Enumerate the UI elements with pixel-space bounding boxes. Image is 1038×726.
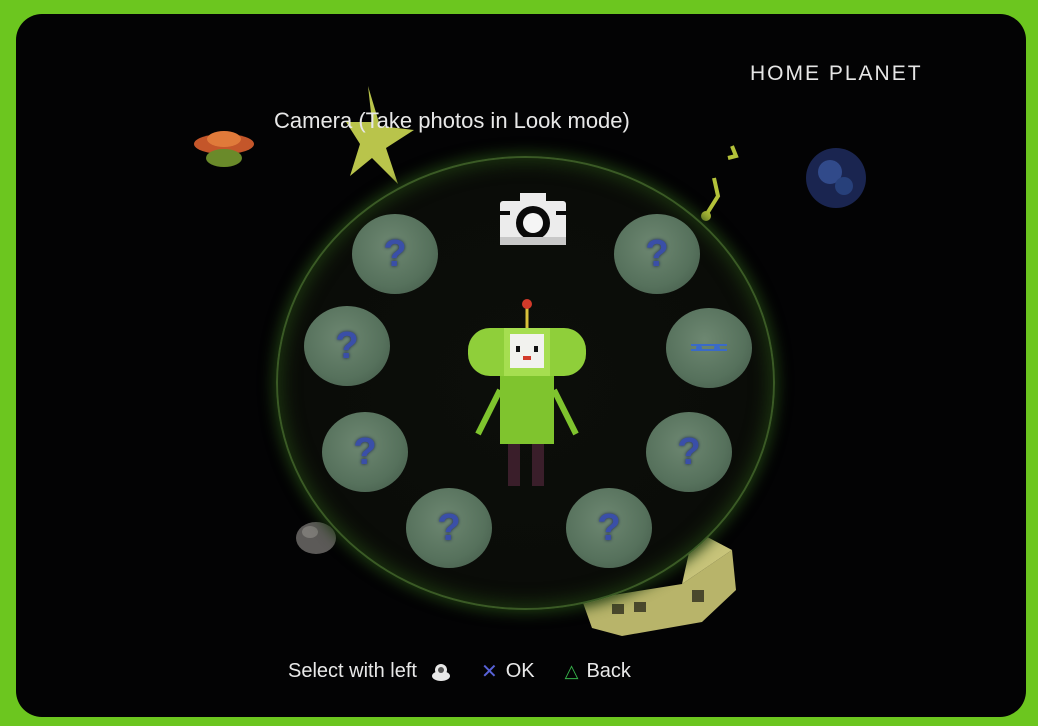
locked-slot-label: ? xyxy=(335,324,359,367)
select-hint: Select with left xyxy=(288,660,451,683)
item-slot-mid-left[interactable]: ? xyxy=(304,306,390,386)
item-slot-lower-right[interactable]: ? xyxy=(646,412,732,492)
location-title: HOME PLANET xyxy=(750,62,923,85)
item-slot-bottom-right[interactable]: ? xyxy=(566,488,652,568)
locked-slot-label: ? xyxy=(353,430,377,473)
star-decoration xyxy=(346,86,414,184)
controls-footer: Select with left ✕ OK △ Back xyxy=(288,659,661,684)
item-slot-mid-right[interactable] xyxy=(666,308,752,388)
music-note-decoration xyxy=(701,145,739,221)
locked-slot-label: ? xyxy=(597,506,621,549)
ok-label: OK xyxy=(505,660,535,682)
cross-button-icon: ✕ xyxy=(480,661,498,683)
locked-slot-label: ? xyxy=(437,506,461,549)
item-slot-bottom-left[interactable]: ? xyxy=(406,488,492,568)
game-screen: HOME PLANET Camera (Take photos in Look … xyxy=(16,14,1026,717)
prince-character xyxy=(468,299,586,486)
earth-decoration xyxy=(806,148,866,208)
analog-stick-icon xyxy=(431,663,450,681)
camera-icon[interactable] xyxy=(496,189,570,249)
item-slot-upper-right[interactable]: ? xyxy=(614,214,700,294)
locked-slot-label: ? xyxy=(645,232,669,275)
item-slot-lower-left[interactable]: ? xyxy=(322,412,408,492)
back-label: Back xyxy=(586,660,631,682)
select-label: Select with left xyxy=(288,660,417,682)
notes-icon xyxy=(691,344,727,351)
locked-slot-label: ? xyxy=(383,232,407,275)
locked-slot-label: ? xyxy=(677,430,701,473)
item-slot-upper-left[interactable]: ? xyxy=(352,214,438,294)
item-description: Camera (Take photos in Look mode) xyxy=(274,108,630,133)
triangle-button-icon: △ xyxy=(564,661,579,681)
back-button[interactable]: △ Back xyxy=(565,660,631,683)
ufo-decoration xyxy=(194,131,254,167)
ok-button[interactable]: ✕ OK xyxy=(481,659,535,684)
